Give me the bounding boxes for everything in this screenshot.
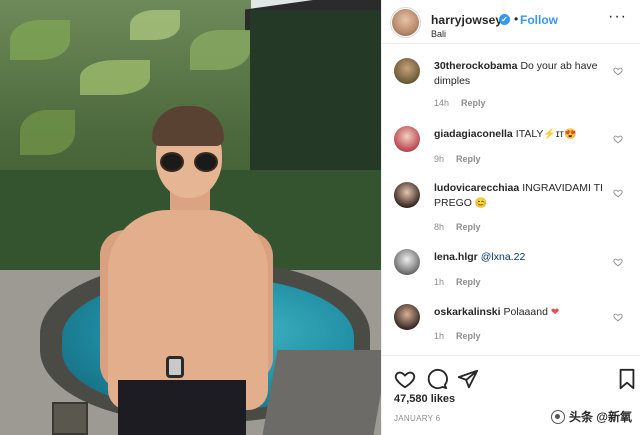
comment-time: 8h [434, 222, 445, 232]
reply-button[interactable]: Reply [461, 98, 486, 108]
comment-time: 1h [434, 331, 445, 341]
reply-button[interactable]: Reply [456, 277, 481, 287]
comment-content: ITALY [515, 128, 544, 140]
action-bar [382, 355, 640, 395]
commenter-avatar[interactable] [394, 126, 420, 152]
comment-meta: 8h Reply [434, 222, 481, 232]
comment-text: oskarkalinski Polaaand ❤ [434, 305, 606, 320]
commenter-username[interactable]: 30therockobama [434, 60, 517, 72]
commenter-username[interactable]: giadagiaconella [434, 128, 513, 140]
like-comment-heart-icon[interactable] [613, 257, 623, 267]
commenter-avatar[interactable] [394, 182, 420, 208]
post-side-panel: harryjowsey ✓ • Follow Bali ··· 30theroc… [381, 0, 640, 435]
separator-dot: • [514, 12, 519, 26]
wristwatch [166, 356, 184, 378]
heart-icon[interactable] [394, 368, 416, 390]
sunglasses [160, 152, 218, 172]
comment-emoji: 😊 [474, 198, 488, 209]
comment-text: 30therockobama Do your ab have dimples [434, 59, 606, 89]
commenter-username[interactable]: ludovicarecchiaa [434, 182, 519, 194]
like-comment-heart-icon[interactable] [613, 134, 623, 144]
commenter-username[interactable]: oskarkalinski [434, 306, 501, 318]
commenter-username[interactable]: lena.hlgr [434, 251, 478, 263]
watermark-logo-icon [550, 409, 565, 424]
location-link[interactable]: Bali [431, 29, 446, 39]
leaf [20, 110, 75, 155]
reply-button[interactable]: Reply [456, 331, 481, 341]
comment-text: lena.hlgr @lxna.22 [434, 250, 606, 265]
leaf [10, 20, 70, 60]
bookmark-icon[interactable] [616, 368, 638, 390]
follow-button[interactable]: Follow [520, 13, 558, 27]
like-comment-heart-icon[interactable] [613, 188, 623, 198]
commenter-avatar[interactable] [394, 58, 420, 84]
leaf [80, 60, 150, 95]
comment-time: 14h [434, 98, 450, 108]
post-photo[interactable] [0, 0, 381, 435]
comment-meta: 1h Reply [434, 277, 481, 287]
post-header: harryjowsey ✓ • Follow Bali ··· [382, 0, 640, 44]
reply-button[interactable]: Reply [456, 154, 481, 164]
shorts [118, 380, 246, 435]
comment-meta: 14h Reply [434, 98, 486, 108]
like-comment-heart-icon[interactable] [613, 66, 623, 76]
watermark-text: 头条 @新氧 [568, 410, 632, 424]
red-heart-emoji: ❤ [550, 307, 560, 318]
hair [152, 106, 224, 146]
reply-button[interactable]: Reply [456, 222, 481, 232]
post-date: JANUARY 6 [394, 414, 441, 423]
comment-text: giadagiaconella ITALY⚡ɪᴛ😍 [434, 127, 606, 142]
stone-lantern [52, 402, 88, 435]
comment-time: 1h [434, 277, 445, 287]
commenter-avatar[interactable] [394, 249, 420, 275]
more-icon[interactable]: ··· [608, 9, 627, 25]
comment-mention-link[interactable]: @lxna.22 [481, 251, 526, 263]
comment-meta: 1h Reply [434, 331, 481, 341]
watermark: 头条 @新氧 [550, 408, 632, 425]
comment-meta: 9h Reply [434, 154, 481, 164]
stone-step [262, 350, 381, 435]
leaf [190, 30, 250, 70]
comment-content: Polaaand [503, 306, 548, 318]
author-avatar[interactable] [392, 9, 419, 36]
comment-time: 9h [434, 154, 445, 164]
verified-badge-icon: ✓ [499, 14, 510, 25]
comment-text: ludovicarecchiaa INGRAVIDAMI TI PREGO 😊 [434, 181, 606, 211]
share-icon[interactable] [457, 368, 479, 390]
commenter-avatar[interactable] [394, 304, 420, 330]
leaf [130, 10, 180, 40]
likes-count[interactable]: 47,580 likes [394, 393, 455, 405]
like-comment-heart-icon[interactable] [613, 312, 623, 322]
comment-icon[interactable] [426, 368, 448, 390]
comment-emoji: ⚡ɪᴛ😍 [543, 129, 577, 140]
author-username[interactable]: harryjowsey [431, 13, 502, 27]
